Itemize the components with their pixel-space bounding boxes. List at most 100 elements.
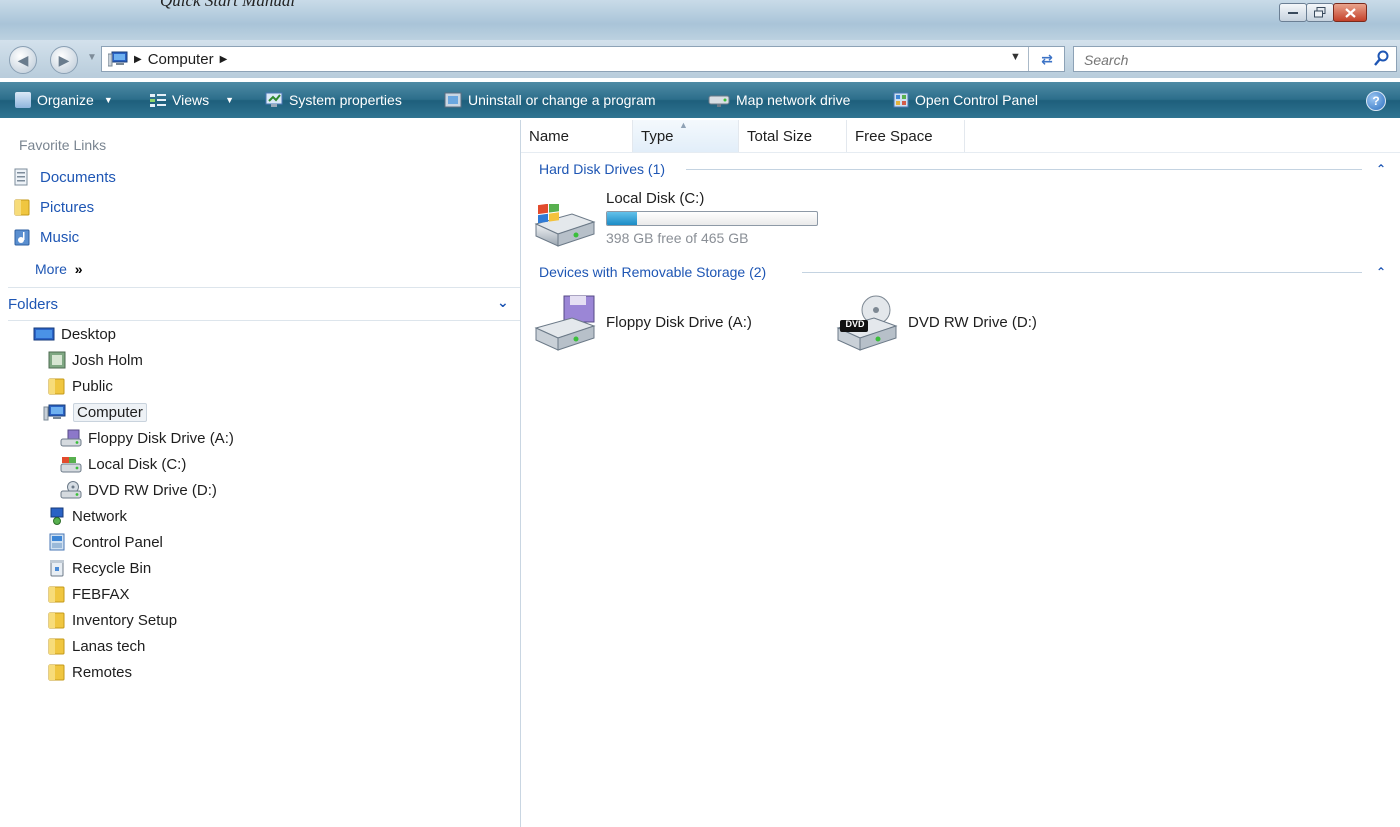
- favorite-label: Documents: [40, 168, 116, 186]
- refresh-button[interactable]: ⇄: [1028, 47, 1065, 71]
- search-input[interactable]: [1082, 49, 1366, 71]
- tree-item-desktop[interactable]: Desktop: [33, 322, 116, 346]
- tree-item-label: Network: [72, 507, 128, 525]
- tree-item-label: Josh Holm: [72, 351, 143, 369]
- organize-button[interactable]: Organize ▼: [15, 82, 113, 118]
- tree-item-label: Local Disk (C:): [88, 455, 187, 473]
- folders-heading[interactable]: Folders: [8, 296, 58, 313]
- disk-free-space: 398 GB free of 465 GB: [606, 230, 749, 246]
- command-bar: Organize ▼ Views ▼ System properties Uni…: [0, 82, 1400, 118]
- drive-item-dvd[interactable]: DVD DVD RW Drive (D:): [832, 292, 1092, 354]
- breadcrumb-computer[interactable]: Computer: [148, 51, 214, 68]
- chevron-down-icon[interactable]: ⌄: [497, 294, 509, 311]
- address-bar[interactable]: ▶ Computer ▶ ▼ ⇄: [101, 46, 1065, 72]
- breadcrumb-separator-icon[interactable]: ▶: [134, 54, 142, 65]
- views-button[interactable]: Views ▼: [150, 82, 234, 118]
- map-network-drive-label: Map network drive: [736, 92, 851, 108]
- favorite-link-pictures[interactable]: Pictures: [14, 198, 94, 216]
- pane-splitter[interactable]: [520, 120, 521, 827]
- desktop-icon: [33, 327, 55, 341]
- floppy-drive-icon: [534, 295, 596, 351]
- refresh-icon: ⇄: [1041, 50, 1053, 67]
- column-headers: Name Type ▲ Total Size Free Space: [521, 120, 1400, 153]
- more-favorites-link[interactable]: More »: [35, 261, 83, 277]
- tree-item-label: Control Panel: [72, 533, 163, 551]
- drive-item-floppy[interactable]: Floppy Disk Drive (A:): [528, 292, 788, 354]
- window-title: Quick Start Manual: [160, 0, 296, 10]
- restore-button[interactable]: [1306, 3, 1334, 22]
- favorite-links-heading: Favorite Links: [19, 137, 107, 153]
- local-disk-icon: [534, 204, 596, 247]
- dvd-badge: DVD: [845, 319, 865, 329]
- pictures-folder-icon: [14, 199, 30, 216]
- tree-item-user-folder[interactable]: Josh Holm: [48, 348, 143, 372]
- favorite-link-documents[interactable]: Documents: [14, 168, 116, 186]
- close-icon: [1344, 7, 1356, 18]
- tree-item-label: FEBFAX: [72, 585, 130, 603]
- navigation-bar: ◀ ▶ ▼ ▶ Computer ▶ ▼ ⇄: [0, 40, 1400, 78]
- column-header-free-space[interactable]: Free Space: [847, 120, 965, 152]
- drive-name: Floppy Disk Drive (A:): [606, 314, 752, 331]
- address-dropdown-icon[interactable]: ▼: [1010, 51, 1021, 63]
- system-properties-button[interactable]: System properties: [265, 82, 402, 118]
- minimize-button[interactable]: [1279, 3, 1307, 22]
- collapse-group-icon[interactable]: ⌃: [1376, 265, 1386, 279]
- system-properties-icon: [265, 92, 283, 107]
- tree-item-network[interactable]: Network: [48, 504, 127, 528]
- favorite-link-music[interactable]: Music: [14, 228, 79, 246]
- network-icon: [50, 507, 64, 525]
- favorite-label: Music: [40, 228, 80, 246]
- title-bar: Quick Start Manual: [0, 0, 1400, 40]
- restore-icon: [1314, 7, 1326, 18]
- recent-pages-dropdown[interactable]: ▼: [87, 52, 97, 63]
- tree-item-recycle-bin[interactable]: Recycle Bin: [48, 556, 151, 580]
- tree-item-dvd-drive[interactable]: DVD RW Drive (D:): [60, 478, 217, 502]
- folder-icon: [48, 378, 65, 395]
- divider: [802, 272, 1362, 273]
- open-control-panel-button[interactable]: Open Control Panel: [893, 82, 1038, 118]
- column-header-type[interactable]: Type ▲: [633, 120, 739, 152]
- help-icon: ?: [1372, 94, 1380, 108]
- dropdown-caret-icon: ▼: [225, 95, 235, 105]
- map-network-drive-button[interactable]: Map network drive: [708, 82, 850, 118]
- column-label: Free Space: [855, 127, 933, 145]
- tree-item-folder[interactable]: Lanas tech: [48, 634, 145, 658]
- network-drive-icon: [708, 95, 730, 107]
- folder-icon: [48, 664, 65, 681]
- favorite-label: Pictures: [40, 198, 95, 216]
- search-icon[interactable]: [1374, 50, 1390, 66]
- drive-name: Local Disk (C:): [606, 190, 705, 207]
- user-folder-icon: [48, 351, 66, 369]
- search-box[interactable]: [1073, 46, 1397, 72]
- tree-item-folder[interactable]: FEBFAX: [48, 582, 130, 606]
- tree-item-label: Computer: [73, 402, 147, 422]
- tree-item-label: Remotes: [72, 663, 133, 681]
- tree-item-public[interactable]: Public: [48, 374, 113, 398]
- breadcrumb-separator-icon[interactable]: ▶: [220, 54, 228, 65]
- tree-item-floppy[interactable]: Floppy Disk Drive (A:): [60, 426, 234, 450]
- tree-item-local-disk[interactable]: Local Disk (C:): [60, 452, 186, 476]
- close-button[interactable]: [1333, 3, 1367, 22]
- documents-icon: [14, 168, 28, 186]
- column-header-total-size[interactable]: Total Size: [739, 120, 847, 152]
- group-header-removable-storage[interactable]: Devices with Removable Storage (2): [539, 264, 766, 280]
- tree-item-computer[interactable]: Computer: [43, 400, 147, 424]
- tree-item-label: Lanas tech: [72, 637, 146, 655]
- uninstall-program-button[interactable]: Uninstall or change a program: [444, 82, 656, 118]
- column-header-name[interactable]: Name: [521, 120, 633, 152]
- tree-item-folder[interactable]: Remotes: [48, 660, 132, 684]
- group-header-hard-disks[interactable]: Hard Disk Drives (1): [539, 161, 665, 177]
- tree-item-label: Recycle Bin: [72, 559, 152, 577]
- folder-icon: [48, 586, 65, 603]
- tree-item-folder[interactable]: Inventory Setup: [48, 608, 177, 632]
- views-icon: [150, 94, 166, 107]
- forward-button[interactable]: ▶: [50, 46, 78, 74]
- collapse-group-icon[interactable]: ⌃: [1376, 162, 1386, 176]
- back-button[interactable]: ◀: [9, 46, 37, 74]
- tree-item-control-panel[interactable]: Control Panel: [48, 530, 163, 554]
- music-icon: [14, 229, 30, 246]
- help-button[interactable]: ?: [1366, 91, 1386, 111]
- uninstall-icon: [444, 92, 462, 108]
- drive-name: DVD RW Drive (D:): [908, 314, 1037, 331]
- system-properties-label: System properties: [289, 92, 402, 108]
